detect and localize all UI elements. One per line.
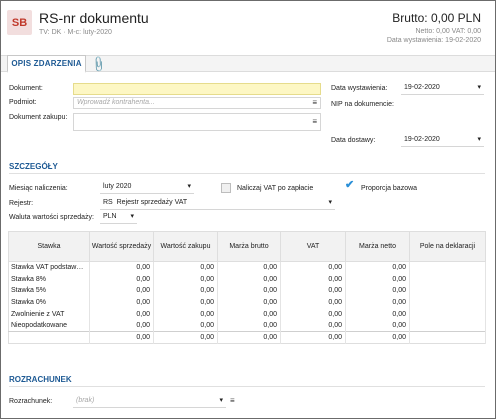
dokument-zakupu-label: Dokument zakupu: — [9, 114, 68, 121]
document-type-logo: SB — [7, 10, 32, 35]
table-header-row: Stawka Wartość sprzedaży Wartość zakupu … — [8, 231, 486, 262]
rozrachunek-label: Rozrachunek: — [9, 398, 53, 405]
table-row[interactable]: Stawka 5% 0,00 0,00 0,00 0,00 0,00 — [8, 284, 486, 297]
szczegoly-section-title: SZCZEGÓŁY — [9, 162, 58, 171]
chevron-down-icon: ▾ — [130, 213, 134, 220]
rozrachunek-section-title: ROZRACHUNEK — [9, 375, 72, 384]
document-window: SB RS-nr dokumentu TV: DK · M-c: luty-20… — [0, 0, 496, 419]
chevron-down-icon: ▾ — [477, 84, 481, 91]
rejestr-select[interactable]: RS Rejestr sprzedaży VAT ▾ — [100, 198, 335, 210]
column-header[interactable]: Pole na deklaracji — [409, 231, 486, 262]
brutto-total: Brutto: 0,00 PLN — [392, 11, 481, 25]
document-subtitle: TV: DK · M-c: luty-2020 — [39, 29, 112, 36]
paperclip-icon[interactable]: 📎 — [88, 53, 109, 74]
column-header[interactable]: VAT — [280, 231, 346, 262]
podmiot-input[interactable]: Wprowadź kontrahenta... ≡ — [73, 97, 321, 109]
dokument-input[interactable] — [73, 83, 321, 95]
naliczaj-vat-label: Naliczaj VAT po zapłacie — [237, 185, 314, 192]
chevron-down-icon: ▾ — [187, 183, 191, 190]
table-row[interactable]: Zwolnienie z VAT 0,00 0,00 0,00 0,00 0,00 — [8, 308, 486, 320]
column-header[interactable]: Marża brutto — [217, 231, 281, 262]
data-wystawienia-picker[interactable]: 19-02-2020 ▾ — [401, 83, 484, 95]
data-wystawienia-label: Data wystawienia: — [331, 85, 388, 92]
dokument-zakupu-menu-icon[interactable]: ≡ — [312, 117, 317, 127]
dokument-label: Dokument: — [9, 85, 43, 92]
data-dostawy-picker[interactable]: 19-02-2020 ▾ — [401, 135, 484, 147]
document-header: SB RS-nr dokumentu TV: DK · M-c: luty-20… — [1, 1, 495, 51]
proporcja-label: Proporcja bazowa — [361, 185, 418, 192]
waluta-label: Waluta wartości sprzedaży: — [9, 214, 94, 221]
netto-vat-summary: Netto: 0,00 VAT: 0,00 — [415, 28, 481, 35]
column-header[interactable]: Stawka — [8, 231, 90, 262]
column-header[interactable]: Wartość zakupu — [153, 231, 218, 262]
form-content: Dokument: Podmiot: Wprowadź kontrahenta.… — [1, 73, 495, 418]
table-row[interactable]: Stawka VAT podstaw… 0,00 0,00 0,00 0,00 0,00 — [8, 261, 486, 274]
podmiot-label: Podmiot: — [9, 99, 37, 106]
rejestr-label: Rejestr: — [9, 200, 34, 207]
table-summary-row: 0,00 0,00 0,00 0,00 0,00 — [8, 331, 486, 344]
miesiac-label: Miesiąc naliczenia: — [9, 185, 68, 192]
podmiot-menu-icon[interactable]: ≡ — [312, 98, 317, 108]
chevron-down-icon: ▾ — [219, 397, 223, 404]
table-row[interactable]: Stawka 8% 0,00 0,00 0,00 0,00 0,00 — [8, 273, 486, 285]
rozrachunek-select[interactable]: (brak) ▾ — [73, 396, 226, 408]
issue-date-summary: Data wystawienia: 19-02-2020 — [386, 37, 481, 44]
column-header[interactable]: Marża netto — [345, 231, 410, 262]
tab-opis-zdarzenia[interactable]: OPIS ZDARZENIA — [7, 55, 86, 73]
nip-label: NIP na dokumencie: — [331, 101, 394, 108]
data-dostawy-label: Data dostawy: — [331, 137, 376, 144]
section-divider — [9, 386, 485, 387]
naliczaj-vat-checkbox[interactable] — [221, 183, 231, 193]
table-row[interactable]: Stawka 0% 0,00 0,00 0,00 0,00 0,00 — [8, 296, 486, 309]
chevron-down-icon: ▾ — [477, 136, 481, 143]
chevron-down-icon: ▾ — [328, 199, 332, 206]
tab-bar: OPIS ZDARZENIA 📎 — [1, 53, 495, 74]
proporcja-checkbox[interactable]: ✔ — [345, 178, 354, 191]
rozrachunek-menu-icon[interactable]: ≡ — [230, 396, 235, 405]
waluta-select[interactable]: PLN ▾ — [100, 212, 137, 224]
vat-rates-table: Stawka Wartość sprzedaży Wartość zakupu … — [8, 231, 486, 344]
document-title: RS-nr dokumentu — [39, 10, 149, 26]
column-header[interactable]: Wartość sprzedaży — [89, 231, 154, 262]
table-row[interactable]: Nieopodatkowane 0,00 0,00 0,00 0,00 0,00 — [8, 319, 486, 332]
miesiac-select[interactable]: luty 2020 ▾ — [100, 182, 194, 194]
section-divider — [9, 173, 485, 174]
dokument-zakupu-input[interactable]: ≡ — [73, 113, 321, 131]
